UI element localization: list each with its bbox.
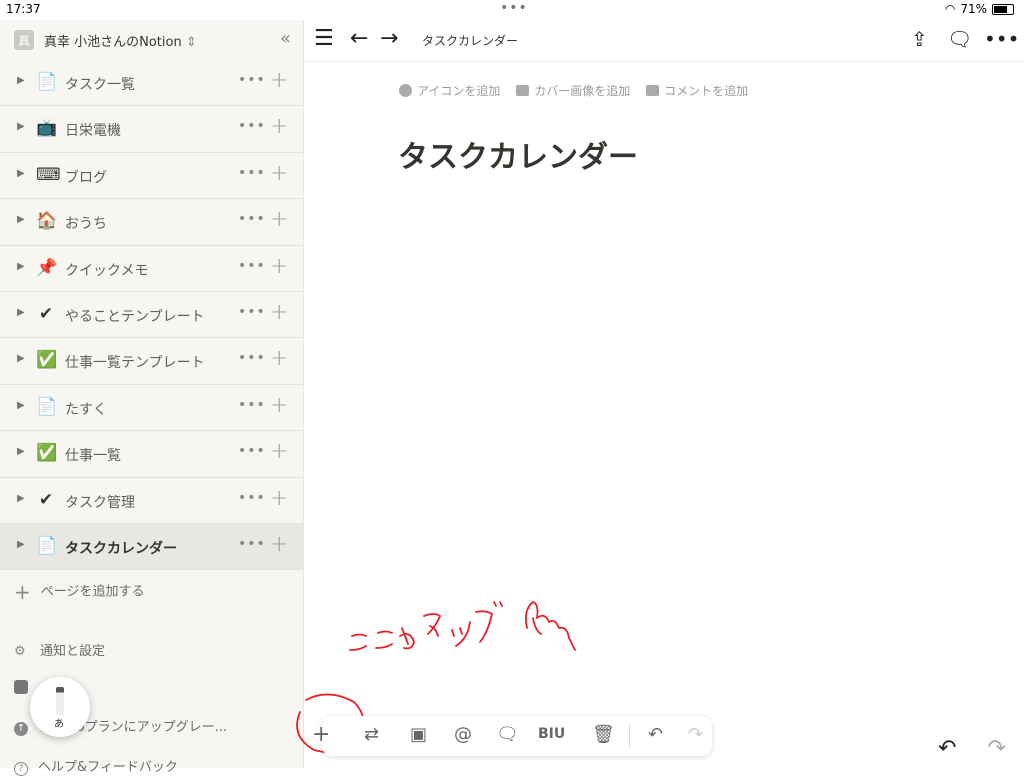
trash-icon[interactable]: 🗑 xyxy=(592,724,615,745)
turn-into-icon[interactable]: ⇄ xyxy=(364,724,379,745)
add-block-plus-icon[interactable]: + xyxy=(312,722,330,747)
redo-icon[interactable]: ↷ xyxy=(688,724,703,745)
editing-toolbar: + ⇄ ▣ @ 🗨 BIU 🗑 ↶ ↷ xyxy=(312,716,712,756)
toolbar-separator xyxy=(629,724,630,748)
text-format-button[interactable]: BIU xyxy=(538,726,565,742)
handwritten-annotation xyxy=(296,601,576,754)
mention-at-icon[interactable]: @ xyxy=(454,724,472,745)
undo-icon[interactable]: ↶ xyxy=(648,724,663,745)
media-icon[interactable]: ▣ xyxy=(410,724,427,745)
redo-icon[interactable]: ↷ xyxy=(987,736,1005,761)
undo-icon[interactable]: ↶ xyxy=(938,736,956,761)
keyboard-shortcut-bar: ↶ ↷ xyxy=(938,736,1006,761)
comment-bubble-icon[interactable]: 🗨 xyxy=(496,724,519,745)
